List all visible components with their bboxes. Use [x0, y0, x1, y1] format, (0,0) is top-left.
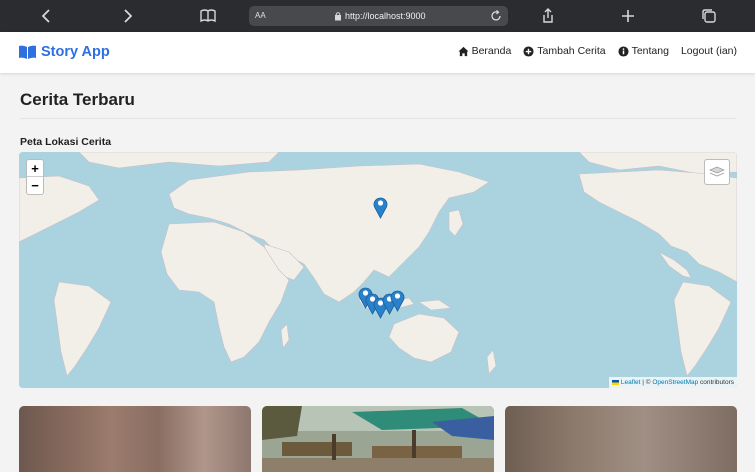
nav-label: Tambah Cerita	[537, 45, 606, 57]
divider	[20, 118, 736, 119]
url-text: http://localhost:9000	[345, 11, 426, 21]
nav-tentang[interactable]: Tentang	[618, 45, 669, 57]
map-attribution: Leaflet | © OpenStreetMap contributors	[609, 377, 737, 388]
map-section-label: Peta Lokasi Cerita	[20, 136, 112, 148]
nav-logout[interactable]: Logout (ian)	[681, 45, 737, 57]
zoom-in-button[interactable]: +	[27, 160, 43, 177]
story-card-image[interactable]	[19, 406, 251, 472]
nav-beranda[interactable]: Beranda	[458, 45, 512, 57]
story-map[interactable]: + − Leaflet | © OpenStreetMap contributo…	[19, 152, 737, 388]
story-card-image[interactable]	[505, 406, 737, 472]
market-photo	[262, 406, 494, 472]
story-marker[interactable]	[373, 196, 388, 219]
osm-link[interactable]: OpenStreetMap	[652, 379, 698, 386]
attribution-suffix: contributors	[698, 379, 734, 386]
forward-icon[interactable]	[117, 6, 137, 26]
back-icon[interactable]	[37, 6, 57, 26]
nav-label: Tentang	[631, 45, 669, 57]
text-size-button[interactable]: AA	[255, 11, 266, 20]
browser-toolbar: AA http://localhost:9000	[0, 0, 755, 32]
nav-label: Beranda	[471, 45, 512, 57]
layers-icon	[709, 166, 725, 177]
book-icon[interactable]	[198, 6, 218, 26]
app-header: Story App Beranda Tambah Cerita Tentang …	[0, 32, 755, 73]
nav-tambah-cerita[interactable]: Tambah Cerita	[523, 45, 606, 57]
book-open-icon	[19, 45, 36, 59]
flag-icon	[612, 379, 620, 385]
info-icon	[618, 45, 629, 57]
nav-label: Logout (ian)	[680, 45, 737, 57]
plus-circle-icon	[523, 45, 534, 57]
main-nav: Beranda Tambah Cerita Tentang Logout (ia…	[446, 45, 737, 57]
app-name: Story App	[41, 44, 110, 60]
page-title: Cerita Terbaru	[20, 90, 135, 109]
story-marker[interactable]	[390, 289, 405, 312]
map-tiles	[19, 152, 737, 388]
lock-icon	[335, 12, 341, 21]
attribution-separator: | ©	[640, 379, 653, 386]
zoom-out-button[interactable]: −	[27, 177, 43, 194]
home-icon	[458, 46, 469, 56]
app-logo[interactable]: Story App	[19, 44, 110, 60]
layers-button[interactable]	[704, 159, 730, 185]
new-tab-icon[interactable]	[618, 6, 638, 26]
tabs-icon[interactable]	[699, 6, 719, 26]
address-bar[interactable]: AA http://localhost:9000	[249, 6, 508, 26]
zoom-control: + −	[26, 159, 44, 195]
reload-icon[interactable]	[489, 9, 503, 23]
story-card-image[interactable]	[262, 406, 494, 472]
share-icon[interactable]	[538, 6, 558, 26]
leaflet-link[interactable]: Leaflet	[621, 379, 641, 386]
